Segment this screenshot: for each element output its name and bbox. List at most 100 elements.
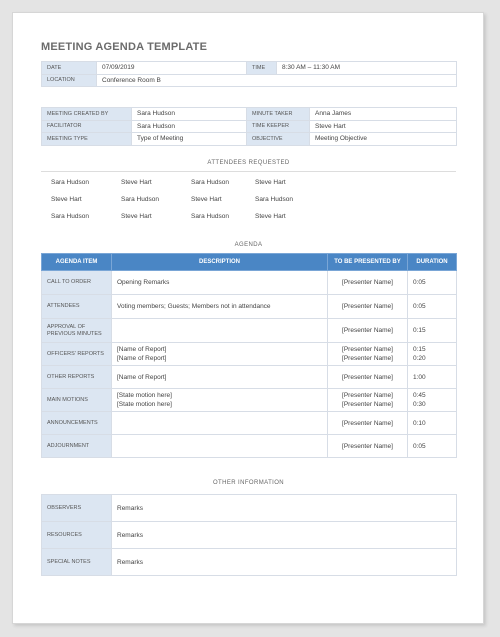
- location-value[interactable]: Conference Room B: [96, 73, 457, 87]
- agenda-description[interactable]: Opening Remarks: [111, 270, 328, 295]
- agenda-table: AGENDA ITEM DESCRIPTION TO BE PRESENTED …: [41, 253, 457, 458]
- agenda-duration-line: 1:00: [413, 373, 426, 381]
- agenda-description-line: Voting members; Guests; Members not in a…: [117, 303, 271, 310]
- location-label: LOCATION: [41, 73, 97, 87]
- created-by-label: MEETING CREATED BY: [41, 107, 132, 121]
- special-notes-label: SPECIAL NOTES: [41, 548, 112, 576]
- agenda-body: CALL TO ORDER Opening Remarks [Presenter N…: [41, 270, 457, 458]
- attendee-name[interactable]: Steve Hart: [121, 213, 191, 220]
- agenda-duration-line: 0:05: [413, 279, 426, 286]
- attendee-name[interactable]: Sara Hudson: [255, 196, 325, 203]
- agenda-duration[interactable]: 0:15: [407, 318, 457, 343]
- agenda-description[interactable]: [Name of Report] [Name of Report]: [111, 342, 328, 366]
- time-keeper-value[interactable]: Steve Hart: [309, 119, 457, 133]
- agenda-presenter[interactable]: [Presenter Name] [Presenter Name]: [327, 342, 408, 366]
- objective-label: OBJECTIVE: [246, 132, 310, 146]
- date-label: DATE: [41, 61, 97, 75]
- attendee-name[interactable]: Steve Hart: [51, 196, 121, 203]
- attendee-name[interactable]: Sara Hudson: [51, 213, 121, 220]
- agenda-row: MAIN MOTIONS [State motion here] [State mo…: [41, 388, 457, 412]
- agenda-presenter-line: [Presenter Name]: [342, 355, 393, 362]
- agenda-duration-line: 0:45: [413, 392, 426, 399]
- agenda-duration[interactable]: 0:15 0:20: [407, 342, 457, 366]
- agenda-item-label: OFFICERS' REPORTS: [41, 342, 112, 366]
- agenda-item-label: ADJOURNMENT: [41, 434, 112, 458]
- column-header-duration: DURATION: [407, 253, 457, 271]
- time-value[interactable]: 8:30 AM – 11:30 AM: [276, 61, 457, 75]
- agenda-description-line: Opening Remarks: [117, 279, 170, 286]
- table-row: MEETING CREATED BY Sara Hudson MINUTE TA…: [41, 107, 457, 121]
- agenda-duration[interactable]: 0:45 0:30: [407, 388, 457, 412]
- meeting-type-value[interactable]: Type of Meeting: [131, 132, 247, 146]
- attendee-name[interactable]: Sara Hudson: [191, 213, 255, 220]
- attendee-name[interactable]: Sara Hudson: [121, 196, 191, 203]
- minute-taker-value[interactable]: Anna James: [309, 107, 457, 121]
- agenda-duration[interactable]: 0:05: [407, 294, 457, 319]
- other-info-table: OBSERVERS Remarks RESOURCES Remarks SPEC…: [41, 494, 457, 576]
- agenda-duration[interactable]: 0:05: [407, 434, 457, 458]
- agenda-description[interactable]: [Name of Report]: [111, 365, 328, 389]
- agenda-presenter[interactable]: [Presenter Name]: [327, 434, 408, 458]
- agenda-presenter-line: [Presenter Name]: [342, 327, 393, 334]
- attendee-name[interactable]: Sara Hudson: [51, 179, 121, 186]
- agenda-description-line: [Name of Report]: [117, 373, 167, 381]
- agenda-description[interactable]: [111, 411, 328, 435]
- agenda-row: APPROVAL OF PREVIOUS MINUTES [Presenter N…: [41, 318, 457, 343]
- attendee-name[interactable]: Steve Hart: [255, 179, 325, 186]
- time-keeper-label: TIME KEEPER: [246, 119, 310, 133]
- observers-value[interactable]: Remarks: [111, 494, 457, 522]
- meeting-details-table: DATE 07/09/2019 TIME 8:30 AM – 11:30 AM …: [41, 61, 457, 87]
- agenda-presenter[interactable]: [Presenter Name]: [327, 318, 408, 343]
- meeting-type-label: MEETING TYPE: [41, 132, 132, 146]
- agenda-presenter[interactable]: [Presenter Name]: [327, 270, 408, 295]
- resources-label: RESOURCES: [41, 521, 112, 549]
- page-title: MEETING AGENDA TEMPLATE: [41, 41, 208, 53]
- facilitator-value[interactable]: Sara Hudson: [131, 119, 247, 133]
- agenda-presenter-line: [Presenter Name]: [342, 346, 393, 353]
- agenda-description[interactable]: [State motion here] [State motion here]: [111, 388, 328, 412]
- attendee-name[interactable]: Steve Hart: [191, 196, 255, 203]
- agenda-description-line: [Name of Report]: [117, 355, 167, 362]
- special-notes-value[interactable]: Remarks: [111, 548, 457, 576]
- agenda-row: ATTENDEES Voting members; Guests; Members…: [41, 294, 457, 319]
- agenda-heading: AGENDA: [234, 242, 263, 248]
- agenda-presenter-line: [Presenter Name]: [342, 392, 393, 399]
- time-label: TIME: [246, 61, 277, 75]
- attendee-row: Sara Hudson Steve Hart Sara Hudson Steve…: [51, 208, 325, 225]
- agenda-description[interactable]: [111, 318, 328, 343]
- table-row: LOCATION Conference Room B: [41, 73, 457, 87]
- agenda-duration-line: 0:30: [413, 401, 426, 408]
- attendee-name[interactable]: Sara Hudson: [191, 179, 255, 186]
- agenda-item-label: ATTENDEES: [41, 294, 112, 319]
- column-header-description: DESCRIPTION: [111, 253, 328, 271]
- agenda-duration-line: 0:10: [413, 419, 426, 427]
- agenda-header-row: AGENDA ITEM DESCRIPTION TO BE PRESENTED …: [41, 253, 457, 271]
- divider: [41, 171, 456, 172]
- agenda-duration[interactable]: 1:00: [407, 365, 457, 389]
- agenda-row: ADJOURNMENT [Presenter Name] 0:05: [41, 434, 457, 458]
- created-by-value[interactable]: Sara Hudson: [131, 107, 247, 121]
- agenda-presenter[interactable]: [Presenter Name]: [327, 365, 408, 389]
- agenda-duration-line: 0:05: [413, 442, 426, 450]
- table-row: MEETING TYPE Type of Meeting OBJECTIVE M…: [41, 132, 457, 146]
- agenda-row: CALL TO ORDER Opening Remarks [Presenter N…: [41, 270, 457, 295]
- agenda-item-label: ANNOUNCEMENTS: [41, 411, 112, 435]
- agenda-item-label: CALL TO ORDER: [41, 270, 112, 295]
- table-row: RESOURCES Remarks: [41, 521, 457, 549]
- agenda-duration[interactable]: 0:05: [407, 270, 457, 295]
- objective-value[interactable]: Meeting Objective: [309, 132, 457, 146]
- attendee-name[interactable]: Steve Hart: [255, 213, 325, 220]
- agenda-row: ANNOUNCEMENTS [Presenter Name] 0:10: [41, 411, 457, 435]
- agenda-duration[interactable]: 0:10: [407, 411, 457, 435]
- agenda-duration-line: 0:15: [413, 346, 426, 353]
- agenda-row: OTHER REPORTS [Name of Report] [Presenter …: [41, 365, 457, 389]
- agenda-presenter[interactable]: [Presenter Name]: [327, 411, 408, 435]
- agenda-presenter[interactable]: [Presenter Name]: [327, 294, 408, 319]
- agenda-description[interactable]: [111, 434, 328, 458]
- date-value[interactable]: 07/09/2019: [96, 61, 247, 75]
- resources-value[interactable]: Remarks: [111, 521, 457, 549]
- agenda-presenter[interactable]: [Presenter Name] [Presenter Name]: [327, 388, 408, 412]
- agenda-description[interactable]: Voting members; Guests; Members not in a…: [111, 294, 328, 319]
- column-header-presenter: TO BE PRESENTED BY: [327, 253, 408, 271]
- attendee-name[interactable]: Steve Hart: [121, 179, 191, 186]
